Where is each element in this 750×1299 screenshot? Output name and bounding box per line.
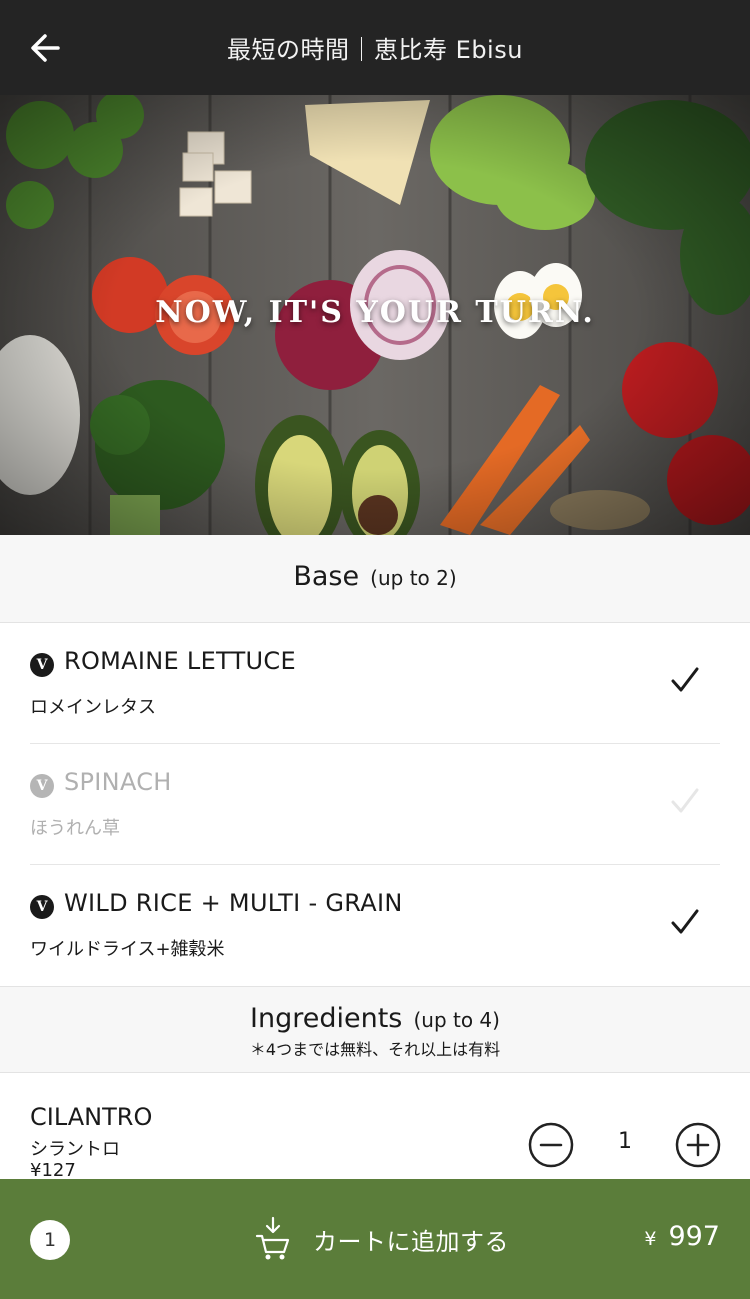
item-name: CILANTRO [30, 1103, 153, 1131]
minus-circle-icon[interactable] [528, 1122, 574, 1168]
base-item-spinach[interactable]: V SPINACH ほうれん草 [30, 744, 720, 865]
hero-banner: NOW, IT'S YOUR TURN. [0, 95, 750, 535]
checkmark-icon[interactable] [670, 907, 700, 937]
item-name-jp: ワイルドライス+雑穀米 [30, 939, 225, 960]
add-to-cart-button[interactable]: カートに追加する [255, 1211, 509, 1267]
item-price: ¥127 [30, 1160, 76, 1181]
store-title: 最短の時間｜恵比寿 Ebisu [227, 36, 523, 64]
pricing-note: ＊4つまでは無料、それ以上は有料 [249, 1040, 501, 1059]
item-name: ROMAINE LETTUCE [64, 647, 296, 675]
vegetarian-badge: V [30, 895, 54, 919]
section-limit: (up to 4) [413, 1008, 500, 1032]
section-limit: (up to 2) [370, 566, 457, 590]
add-to-cart-bar: 1 カートに追加する ¥997 [0, 1179, 750, 1299]
ingredient-item-cilantro: CILANTRO シラントロ ¥127 1 [0, 1073, 750, 1183]
cart-total: ¥997 [644, 1221, 720, 1252]
item-name: SPINACH [64, 768, 172, 796]
item-name-jp: ロメインレタス [30, 697, 156, 718]
checkmark-icon[interactable] [670, 665, 700, 695]
total-amount: 997 [668, 1221, 720, 1252]
hero-tagline: NOW, IT'S YOUR TURN. [155, 295, 595, 330]
quantity-value: 1 [618, 1129, 632, 1154]
section-title: Ingredients [250, 1003, 403, 1034]
checkmark-icon[interactable] [670, 786, 700, 816]
back-arrow-icon[interactable] [26, 28, 66, 68]
currency-symbol: ¥ [644, 1228, 657, 1250]
add-to-cart-label: カートに追加する [313, 1227, 509, 1256]
base-item-wild-rice[interactable]: V WILD RICE + MULTI - GRAIN ワイルドライス+雑穀米 [30, 865, 720, 986]
top-app-bar: 最短の時間｜恵比寿 Ebisu [0, 0, 750, 95]
vegetarian-badge: V [30, 774, 54, 798]
item-name-jp: ほうれん草 [30, 818, 120, 839]
item-name-jp: シラントロ [30, 1139, 120, 1160]
cart-count-badge: 1 [30, 1220, 70, 1260]
item-name: WILD RICE + MULTI - GRAIN [64, 889, 403, 917]
ingredients-section-header: Ingredients (up to 4) ＊4つまでは無料、それ以上は有料 [0, 986, 750, 1073]
base-item-romaine[interactable]: V ROMAINE LETTUCE ロメインレタス [30, 623, 720, 744]
plus-circle-icon[interactable] [675, 1122, 721, 1168]
vegetarian-badge: V [30, 653, 54, 677]
cart-download-icon [255, 1216, 290, 1260]
base-section-header: Base (up to 2) [0, 535, 750, 623]
section-title: Base [293, 561, 360, 592]
